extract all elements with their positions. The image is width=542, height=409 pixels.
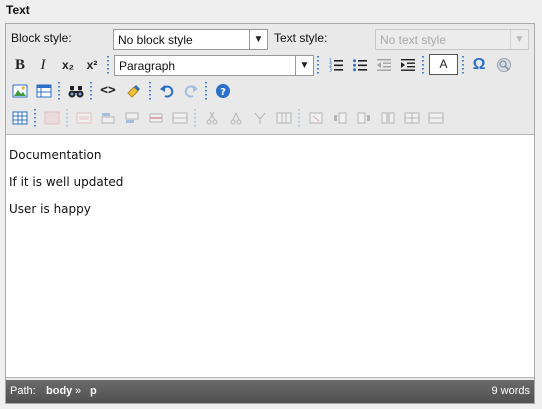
insert-table-icon[interactable] [10, 108, 30, 128]
text-style-value: No text style [380, 33, 447, 47]
clean-formatting-icon[interactable] [124, 81, 144, 101]
superscript-button[interactable]: x² [82, 55, 102, 75]
outdent-icon[interactable] [374, 55, 394, 75]
toolbar-row-insert: <> ? [6, 78, 534, 102]
toolbar-separator [298, 109, 300, 127]
delete-col-icon[interactable] [306, 108, 326, 128]
toolbar-separator [149, 82, 151, 100]
source-code-button[interactable]: <> [98, 81, 118, 101]
delete-col-alt-icon[interactable] [378, 108, 398, 128]
path-label: Path: [10, 385, 36, 397]
toolbar-row-styles: Block style: No block style ▼ Text style… [6, 26, 534, 50]
format-value: Paragraph [119, 59, 176, 73]
block-style-select[interactable]: No block style ▼ [113, 29, 268, 50]
toolbar-separator [205, 82, 207, 100]
find-icon[interactable] [66, 81, 86, 101]
toolbar-separator [107, 56, 109, 74]
toolbar-separator [58, 82, 60, 100]
insert-col-after-icon[interactable] [354, 108, 374, 128]
text-style-label: Text style: [274, 31, 328, 45]
chevron-down-icon: ▼ [295, 56, 313, 75]
rich-text-editor: Block style: No block style ▼ Text style… [5, 23, 535, 404]
undo-icon[interactable] [157, 81, 177, 101]
bulleted-list-icon[interactable] [350, 55, 370, 75]
path-element-body[interactable]: body [46, 385, 72, 397]
subscript-button[interactable]: x₂ [58, 55, 78, 75]
path-separator: » [75, 385, 82, 397]
paste-row-icon[interactable] [250, 108, 270, 128]
content-paragraph[interactable]: User is happy [9, 202, 530, 216]
text-color-button[interactable]: A [429, 54, 458, 75]
image-icon[interactable] [10, 81, 30, 101]
path-element-p[interactable]: p [90, 385, 97, 397]
block-style-label: Block style: [11, 31, 72, 45]
help-icon[interactable]: ? [213, 81, 233, 101]
indent-icon[interactable] [398, 55, 418, 75]
toolbar-separator [317, 56, 319, 74]
table-icon[interactable] [170, 108, 190, 128]
media-icon[interactable] [34, 81, 54, 101]
toolbar-separator [422, 56, 424, 74]
spellcheck-icon[interactable] [494, 55, 514, 75]
merge-cells-icon[interactable] [426, 108, 446, 128]
split-cells-icon[interactable] [402, 108, 422, 128]
toolbar-row-table [6, 105, 534, 129]
delete-row-icon[interactable] [146, 108, 166, 128]
insert-row-after-icon[interactable] [122, 108, 142, 128]
content-paragraph[interactable]: If it is well updated [9, 175, 530, 189]
copy-row-icon[interactable] [226, 108, 246, 128]
format-select[interactable]: Paragraph ▼ [114, 55, 314, 76]
insert-row-before-icon[interactable] [98, 108, 118, 128]
svg-text:3: 3 [329, 68, 332, 74]
insert-col-before-icon[interactable] [330, 108, 350, 128]
content-paragraph[interactable]: Documentation [9, 148, 530, 162]
text-style-select[interactable]: No text style ▼ [375, 29, 529, 50]
redo-icon[interactable] [181, 81, 201, 101]
svg-text:?: ? [220, 87, 226, 98]
toolbar-separator [462, 56, 464, 74]
toolbar-separator [90, 82, 92, 100]
toolbar-separator [194, 109, 196, 127]
bold-button[interactable]: B [10, 55, 30, 75]
table-cell-props-icon[interactable] [74, 108, 94, 128]
editor-content-area[interactable]: Documentation If it is well updated User… [6, 134, 534, 378]
table-row-props-icon[interactable] [42, 108, 62, 128]
toolbar-row-format: B I x₂ x² Paragraph ▼ 123 A Ω [6, 52, 534, 76]
special-character-button[interactable]: Ω [469, 55, 489, 75]
column-icon[interactable] [274, 108, 294, 128]
word-count: 9 words [491, 385, 530, 397]
italic-button[interactable]: I [33, 55, 53, 75]
toolbar-separator [34, 109, 36, 127]
chevron-down-icon: ▼ [249, 30, 267, 49]
toolbar-separator [66, 109, 68, 127]
editor-statusbar: Path: body » p 9 words [6, 380, 534, 403]
chevron-down-icon: ▼ [510, 30, 528, 49]
numbered-list-icon[interactable]: 123 [326, 55, 346, 75]
cut-row-icon[interactable] [202, 108, 222, 128]
field-label: Text [6, 3, 30, 17]
block-style-value: No block style [118, 33, 193, 47]
